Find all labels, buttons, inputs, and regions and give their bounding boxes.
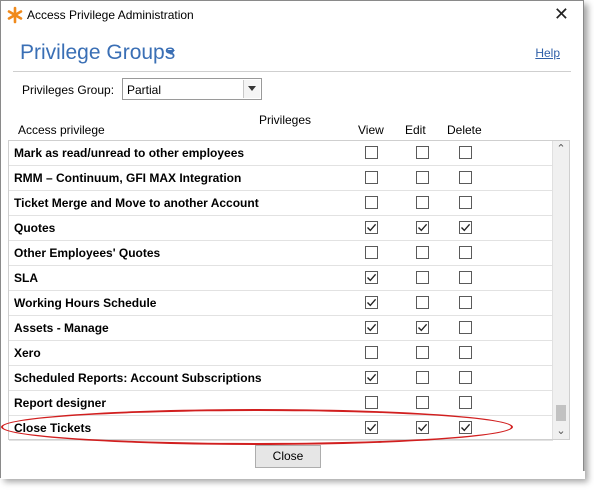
scroll-thumb[interactable]: [556, 405, 566, 421]
delete-checkbox[interactable]: [459, 196, 472, 209]
close-window-icon[interactable]: ✕: [554, 4, 569, 25]
privilege-label: Quotes: [14, 221, 56, 235]
view-checkbox[interactable]: [365, 421, 378, 434]
privilege-row: Close Tickets: [9, 416, 553, 441]
view-checkbox[interactable]: [365, 196, 378, 209]
delete-checkbox[interactable]: [459, 321, 472, 334]
view-column-header: View: [358, 123, 384, 137]
edit-checkbox[interactable]: [416, 371, 429, 384]
chevron-down-icon[interactable]: [167, 50, 175, 55]
edit-checkbox[interactable]: [416, 171, 429, 184]
view-checkbox[interactable]: [365, 371, 378, 384]
view-checkbox[interactable]: [365, 146, 378, 159]
privilege-row: RMM – Continuum, GFI MAX Integration: [9, 166, 553, 191]
edit-column-header: Edit: [405, 123, 426, 137]
vertical-scrollbar[interactable]: ⌃ ⌄: [552, 141, 569, 439]
help-link[interactable]: Help: [535, 46, 560, 60]
privilege-label: Ticket Merge and Move to another Account: [14, 196, 259, 210]
view-checkbox[interactable]: [365, 271, 378, 284]
close-button[interactable]: Close: [255, 445, 321, 468]
privilege-label: Report designer: [14, 396, 107, 410]
privilege-label: SLA: [14, 271, 38, 285]
edit-checkbox[interactable]: [416, 196, 429, 209]
privileges-group-label: Privileges Group:: [22, 83, 115, 97]
bottom-strip: [1, 471, 585, 479]
dialog-window: Access Privilege Administration ✕ Privil…: [0, 0, 585, 479]
view-checkbox[interactable]: [365, 246, 378, 259]
edit-checkbox[interactable]: [416, 321, 429, 334]
edit-checkbox[interactable]: [416, 396, 429, 409]
edit-checkbox[interactable]: [416, 296, 429, 309]
delete-checkbox[interactable]: [459, 146, 472, 159]
delete-checkbox[interactable]: [459, 246, 472, 259]
edit-checkbox[interactable]: [416, 421, 429, 434]
privilege-label: Other Employees' Quotes: [14, 246, 161, 260]
privilege-row: Report designer: [9, 391, 553, 416]
privilege-label: Working Hours Schedule: [14, 296, 157, 310]
delete-checkbox[interactable]: [459, 221, 472, 234]
scroll-up-icon[interactable]: ⌃: [553, 141, 569, 157]
delete-column-header: Delete: [447, 123, 482, 137]
privilege-label: Scheduled Reports: Account Subscriptions: [14, 371, 262, 385]
view-checkbox[interactable]: [365, 296, 378, 309]
privilege-row: Xero: [9, 341, 553, 366]
edit-checkbox[interactable]: [416, 221, 429, 234]
app-asterisk-icon: [6, 6, 24, 24]
delete-checkbox[interactable]: [459, 346, 472, 359]
access-privilege-column-header: Access privilege: [18, 123, 105, 137]
delete-checkbox[interactable]: [459, 421, 472, 434]
view-checkbox[interactable]: [365, 221, 378, 234]
delete-checkbox[interactable]: [459, 296, 472, 309]
delete-checkbox[interactable]: [459, 396, 472, 409]
edit-checkbox[interactable]: [416, 146, 429, 159]
page-header: Privilege Groups Help: [1, 31, 583, 73]
privileges-group-select[interactable]: Partial: [122, 78, 262, 100]
delete-checkbox[interactable]: [459, 171, 472, 184]
privilege-row: Ticket Merge and Move to another Account: [9, 191, 553, 216]
privilege-row: SLA: [9, 266, 553, 291]
privilege-label: Close Tickets: [14, 421, 92, 435]
delete-checkbox[interactable]: [459, 271, 472, 284]
privilege-label: Assets - Manage: [14, 321, 109, 335]
chevron-down-icon: [248, 86, 256, 91]
privilege-label: Mark as read/unread to other employees: [14, 146, 245, 160]
privileges-column-header: Privileges: [259, 113, 312, 127]
privilege-row: Quotes: [9, 216, 553, 241]
privilege-row: Working Hours Schedule: [9, 291, 553, 316]
edit-checkbox[interactable]: [416, 246, 429, 259]
privileges-table: Mark as read/unread to other employees RM…: [8, 140, 570, 441]
privilege-row: Scheduled Reports: Account Subscriptions: [9, 366, 553, 391]
privilege-row: Mark as read/unread to other employees: [9, 141, 553, 166]
dropdown-button[interactable]: [243, 80, 260, 98]
view-checkbox[interactable]: [365, 346, 378, 359]
privilege-label: Xero: [14, 346, 41, 360]
view-checkbox[interactable]: [365, 396, 378, 409]
privilege-label: RMM – Continuum, GFI MAX Integration: [14, 171, 242, 185]
window-title: Access Privilege Administration: [27, 8, 194, 22]
privileges-group-value: Partial: [127, 83, 162, 97]
scroll-down-icon[interactable]: ⌄: [553, 423, 569, 439]
edit-checkbox[interactable]: [416, 346, 429, 359]
edit-checkbox[interactable]: [416, 271, 429, 284]
title-bar: Access Privilege Administration ✕: [1, 1, 583, 31]
page-title[interactable]: Privilege Groups: [20, 41, 175, 65]
header-divider: [13, 71, 571, 72]
view-checkbox[interactable]: [365, 321, 378, 334]
view-checkbox[interactable]: [365, 171, 378, 184]
privilege-row: Assets - Manage: [9, 316, 553, 341]
privilege-row: Other Employees' Quotes: [9, 241, 553, 266]
delete-checkbox[interactable]: [459, 371, 472, 384]
